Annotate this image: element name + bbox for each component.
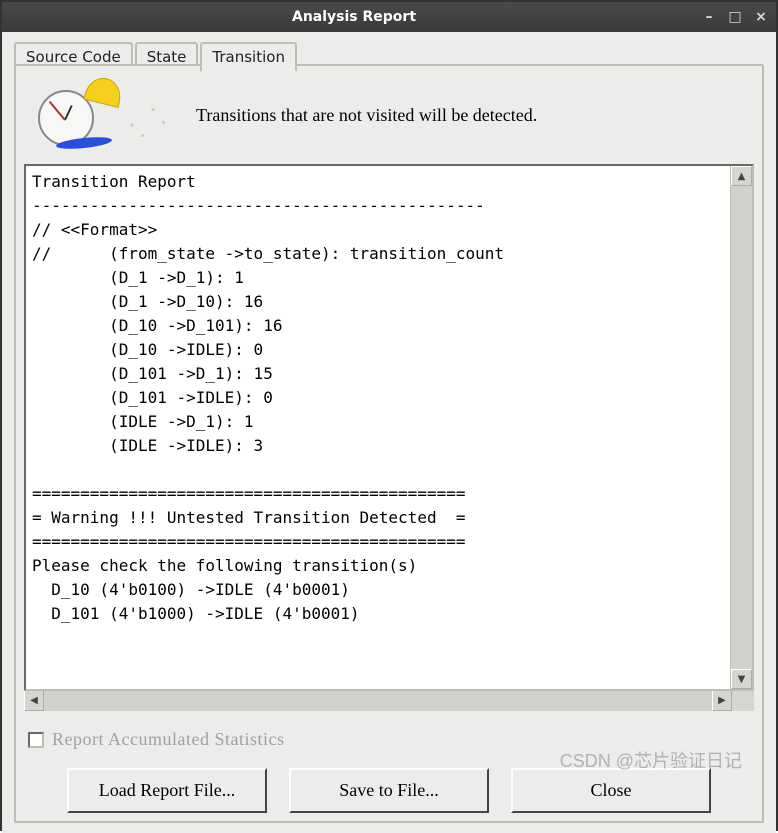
panel-description: Transitions that are not visited will be… bbox=[196, 105, 537, 126]
scroll-up-icon[interactable]: ▲ bbox=[731, 166, 752, 186]
titlebar: Analysis Report – □ × bbox=[2, 2, 776, 32]
accumulated-stats-row: Report Accumulated Statistics bbox=[24, 711, 754, 760]
tab-panel: Transitions that are not visited will be… bbox=[14, 64, 764, 823]
tab-transition[interactable]: Transition bbox=[200, 42, 297, 72]
button-row: Load Report File... Save to File... Clos… bbox=[24, 760, 754, 813]
close-button[interactable]: Close bbox=[511, 768, 711, 813]
report-text[interactable]: Transition Report ----------------------… bbox=[26, 166, 730, 689]
scroll-down-icon[interactable]: ▼ bbox=[731, 669, 752, 689]
window-title: Analysis Report bbox=[8, 9, 700, 25]
minimize-icon[interactable]: – bbox=[700, 8, 718, 26]
horizontal-scrollbar[interactable]: ◀ ▶ bbox=[24, 689, 754, 711]
save-to-file-button[interactable]: Save to File... bbox=[289, 768, 489, 813]
maximize-icon[interactable]: □ bbox=[726, 8, 744, 26]
scroll-track-vertical[interactable] bbox=[731, 186, 752, 669]
scroll-left-icon[interactable]: ◀ bbox=[24, 690, 44, 711]
accumulated-stats-label: Report Accumulated Statistics bbox=[52, 729, 284, 750]
window-controls: – □ × bbox=[700, 8, 770, 26]
close-icon[interactable]: × bbox=[752, 8, 770, 26]
load-report-button[interactable]: Load Report File... bbox=[67, 768, 267, 813]
accumulated-stats-checkbox bbox=[28, 732, 44, 748]
analysis-clock-icon bbox=[28, 80, 178, 150]
scroll-right-icon[interactable]: ▶ bbox=[712, 690, 732, 711]
scroll-corner bbox=[732, 690, 754, 711]
dialog-body: Source Code State Transition Transitions… bbox=[2, 32, 776, 833]
panel-header: Transitions that are not visited will be… bbox=[24, 74, 754, 164]
vertical-scrollbar[interactable]: ▲ ▼ bbox=[730, 166, 752, 689]
scroll-track-horizontal[interactable] bbox=[44, 690, 712, 711]
report-viewer: Transition Report ----------------------… bbox=[24, 164, 754, 691]
